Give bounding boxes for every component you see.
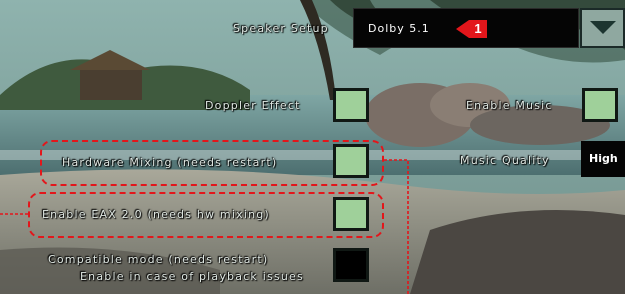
- enable-eax-label: Enable EAX 2.0 (needs hw mixing): [42, 208, 270, 221]
- annotation-badge: 1: [469, 20, 487, 38]
- chevron-down-icon: [590, 21, 616, 34]
- hardware-mixing-checkbox[interactable]: [333, 144, 369, 178]
- doppler-effect-label: Doppler Effect: [205, 99, 301, 112]
- hardware-mixing-label: Hardware Mixing (needs restart): [62, 156, 278, 169]
- enable-music-label: Enable Music: [466, 99, 553, 112]
- music-quality-label: Music Quality: [460, 154, 550, 167]
- speaker-setup-dropdown-button[interactable]: [580, 8, 625, 48]
- enable-eax-checkbox[interactable]: [333, 197, 369, 231]
- annotation-pointer: [456, 20, 469, 38]
- compatible-mode-hint: Enable in case of playback issues: [80, 270, 304, 283]
- speaker-setup-value: Dolby 5.1: [368, 22, 430, 35]
- compatible-mode-checkbox[interactable]: [333, 248, 369, 282]
- compatible-mode-label: Compatible mode (needs restart): [48, 253, 269, 266]
- enable-music-checkbox[interactable]: [582, 88, 618, 122]
- music-quality-field[interactable]: High: [581, 141, 625, 177]
- speaker-setup-label: Speaker Setup: [233, 22, 329, 35]
- doppler-effect-checkbox[interactable]: [333, 88, 369, 122]
